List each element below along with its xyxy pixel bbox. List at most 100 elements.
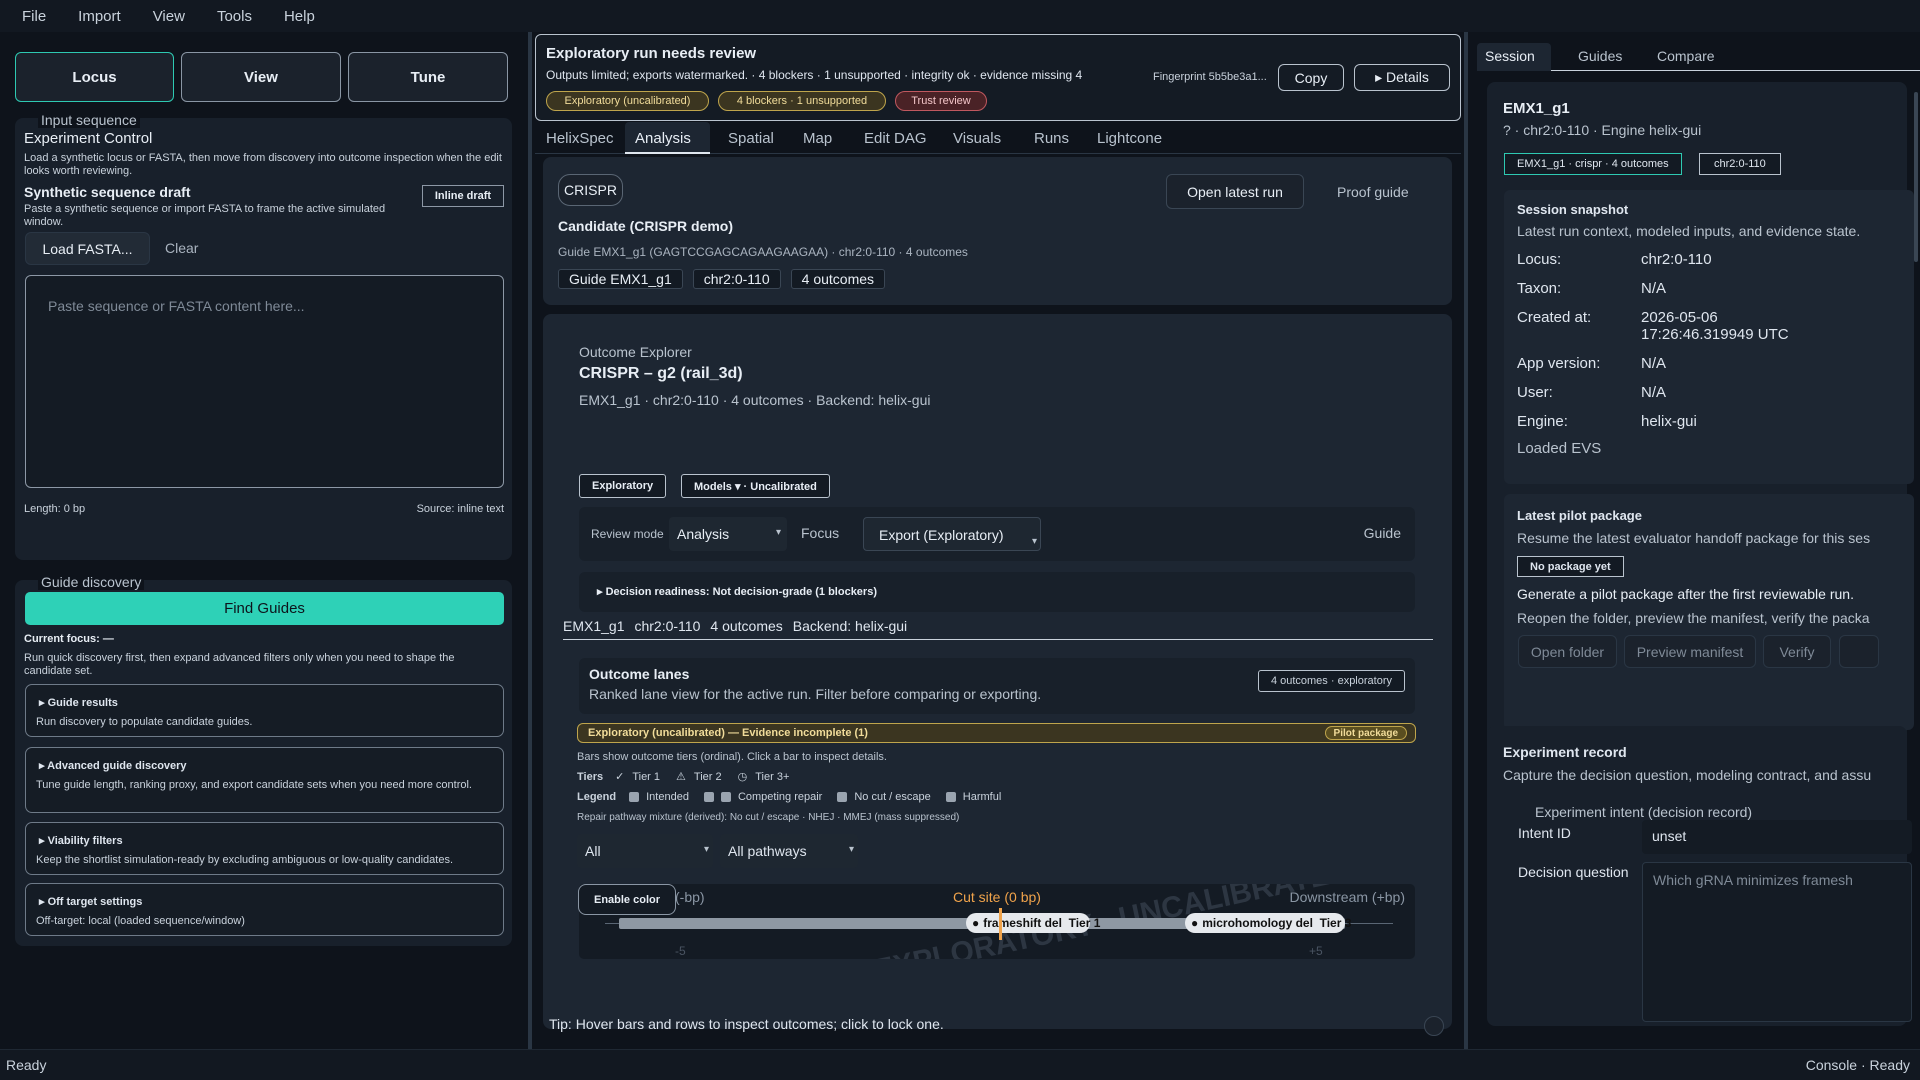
review-mode-value: Analysis	[677, 526, 730, 542]
preview-manifest-button[interactable]: Preview manifest	[1624, 635, 1756, 668]
question-placeholder: Which gRNA minimizes framesh	[1653, 872, 1853, 888]
proof-guide-link[interactable]: Proof guide	[1337, 184, 1409, 200]
pilot-reopen-text: Reopen the folder, preview the manifest,…	[1517, 610, 1870, 626]
kv-created-value: 2026-05-06 17:26:46.319949 UTC	[1641, 309, 1789, 343]
review-mode-select[interactable]: Analysis ▾	[669, 517, 787, 551]
crispr-tag[interactable]: CRISPR	[558, 174, 623, 206]
warning-triangle-icon: ⚠	[676, 771, 686, 783]
focus-label: Focus	[801, 525, 840, 541]
microhomology-label-box[interactable]: ● microhomology del Tier 3	[1185, 913, 1351, 933]
locus-chip: chr2:0-110	[692, 269, 781, 289]
tab-edit-dag[interactable]: Edit DAG	[864, 130, 927, 147]
open-latest-run-button[interactable]: Open latest run	[1166, 174, 1304, 209]
experiment-control-title: Experiment Control	[24, 130, 153, 147]
tip-toggle-icon[interactable]	[1424, 1016, 1444, 1036]
length-readout: Length: 0 bp	[24, 503, 86, 515]
off-target-settings-section[interactable]: ▸ Off target settings Off-target: local …	[25, 883, 504, 936]
outcome-filter-select[interactable]: All ▾	[577, 834, 713, 868]
overflow-button[interactable]	[1839, 635, 1879, 668]
menu-import[interactable]: Import	[78, 8, 121, 25]
menu-file[interactable]: File	[22, 8, 46, 25]
bars-note: Bars show outcome tiers (ordinal). Click…	[577, 751, 887, 763]
outcome-bar-frameshift[interactable]	[619, 918, 1017, 929]
pathway-filter-select[interactable]: All pathways ▾	[720, 834, 858, 868]
inline-draft-badge: Inline draft	[422, 185, 504, 207]
models-dropdown-chip[interactable]: Models ▾ · Uncalibrated	[681, 474, 830, 498]
tab-runs[interactable]: Runs	[1034, 130, 1069, 147]
draft-title: Synthetic sequence draft	[24, 184, 191, 200]
menu-help[interactable]: Help	[284, 8, 315, 25]
copy-fingerprint-button[interactable]: Copy	[1278, 64, 1344, 91]
tier-3-label: Tier 3+	[755, 770, 790, 783]
tab-session: Session	[1485, 48, 1535, 64]
question-textarea[interactable]: Which gRNA minimizes framesh	[1642, 862, 1912, 1022]
tab-guides[interactable]: Guides	[1578, 48, 1622, 64]
tab-helixspec[interactable]: HelixSpec	[546, 130, 614, 147]
pilot-package-card: Latest pilot package Resume the latest e…	[1504, 494, 1914, 730]
loaded-evs: Loaded EVS	[1517, 440, 1602, 457]
candidate-desc: Guide EMX1_g1 (GAGTCCGAGCAGAAGAAGAA) · c…	[558, 245, 968, 259]
open-folder-button[interactable]: Open folder	[1518, 635, 1617, 668]
explorer-title: CRISPR – g2 (rail_3d)	[579, 365, 743, 382]
mixture-text: Repair pathway mixture (derived): No cut…	[577, 812, 960, 823]
viability-filters-section[interactable]: ▸ Viability filters Keep the shortlist s…	[25, 822, 504, 875]
sequence-textarea[interactable]: Paste sequence or FASTA content here...	[25, 275, 504, 488]
guide-chip: Guide EMX1_g1	[558, 269, 683, 289]
right-scrollbar[interactable]	[1914, 92, 1918, 262]
swatch-icon	[629, 792, 640, 802]
experiment-record-card: Experiment record Capture the decision q…	[1487, 726, 1912, 1026]
right-column: Session Guides Compare EMX1_g1 ? · chr2:…	[1468, 32, 1920, 1049]
guide-results-desc: Run discovery to populate candidate guid…	[36, 716, 253, 728]
fingerprint-label: Fingerprint 5b5be3a1...	[1153, 71, 1267, 83]
tab-lightcone[interactable]: Lightcone	[1097, 130, 1162, 147]
find-guides-button[interactable]: Find Guides	[25, 592, 504, 625]
review-banner: Exploratory run needs review Outputs lim…	[535, 34, 1461, 121]
frameshift-label-box[interactable]: ● frameshift del Tier 1	[966, 913, 1100, 933]
input-sequence-panel: Input sequence Experiment Control Load a…	[15, 112, 512, 560]
tab-analysis-active[interactable]: Analysis	[625, 122, 710, 154]
cut-site-label: Cut site (0 bp)	[953, 889, 1041, 905]
outcomes-chip: 4 outcomes	[790, 269, 886, 289]
guide-results-section[interactable]: ▸ Guide results Run discovery to populat…	[25, 684, 504, 737]
enable-color-button[interactable]: Enable color	[578, 884, 676, 915]
tab-compare[interactable]: Compare	[1657, 48, 1715, 64]
warning-text: Exploratory (uncalibrated) — Evidence in…	[588, 727, 868, 739]
decision-readiness-row[interactable]: ▸ Decision readiness: Not decision-grade…	[579, 572, 1415, 612]
tier-1-label: Tier 1	[632, 770, 661, 783]
tune-mode-button[interactable]: Tune	[348, 52, 508, 102]
clear-button[interactable]: Clear	[165, 240, 198, 256]
focus-select[interactable]: Export (Exploratory) ▾	[863, 517, 1041, 551]
pilot-desc: Resume the latest evaluator handoff pack…	[1517, 530, 1871, 546]
review-title: Exploratory run needs review	[546, 45, 757, 62]
tab-visuals[interactable]: Visuals	[953, 130, 1001, 147]
verify-button[interactable]: Verify	[1763, 635, 1831, 668]
locus-mode-button[interactable]: Locus	[15, 52, 174, 102]
main-tabbar: HelixSpec Analysis Spatial Map Edit DAG …	[535, 122, 1461, 154]
right-tabbar: Session Guides Compare	[1477, 43, 1920, 71]
tab-analysis: Analysis	[635, 130, 691, 147]
tick-left: -5	[675, 944, 686, 958]
menu-view[interactable]: View	[153, 8, 185, 25]
record-desc: Capture the decision question, modeling …	[1503, 767, 1872, 783]
legend-no-cut: No cut / escape	[854, 791, 931, 803]
load-fasta-button[interactable]: Load FASTA...	[25, 232, 150, 265]
menu-tools[interactable]: Tools	[217, 8, 252, 25]
tab-spatial[interactable]: Spatial	[728, 130, 774, 147]
details-button[interactable]: ▸ Details	[1354, 64, 1450, 91]
intent-input[interactable]: unset	[1642, 820, 1912, 854]
session-card: EMX1_g1 ? · chr2:0-110 · Engine helix-gu…	[1487, 82, 1914, 744]
kv-taxon-key: Taxon:	[1517, 280, 1562, 297]
clock-icon: ◷	[737, 771, 748, 783]
sequence-textarea-placeholder: Paste sequence or FASTA content here...	[48, 298, 305, 314]
view-mode-button[interactable]: View	[181, 52, 341, 102]
pilot-package-badge[interactable]: Pilot package	[1324, 726, 1407, 740]
intent-value: unset	[1652, 828, 1687, 844]
tab-map[interactable]: Map	[803, 130, 832, 147]
current-focus: Current focus: —	[24, 633, 114, 645]
advanced-guide-discovery-section[interactable]: ▸ Advanced guide discovery Tune guide le…	[25, 747, 504, 813]
tab-session-active[interactable]: Session	[1477, 43, 1551, 71]
kv-app-version-key: App version:	[1517, 355, 1601, 372]
guide-link[interactable]: Guide	[1364, 525, 1401, 541]
candidate-title: Candidate (CRISPR demo)	[558, 218, 734, 234]
review-controls-row: Review mode Analysis ▾ Focus Export (Exp…	[579, 507, 1415, 561]
